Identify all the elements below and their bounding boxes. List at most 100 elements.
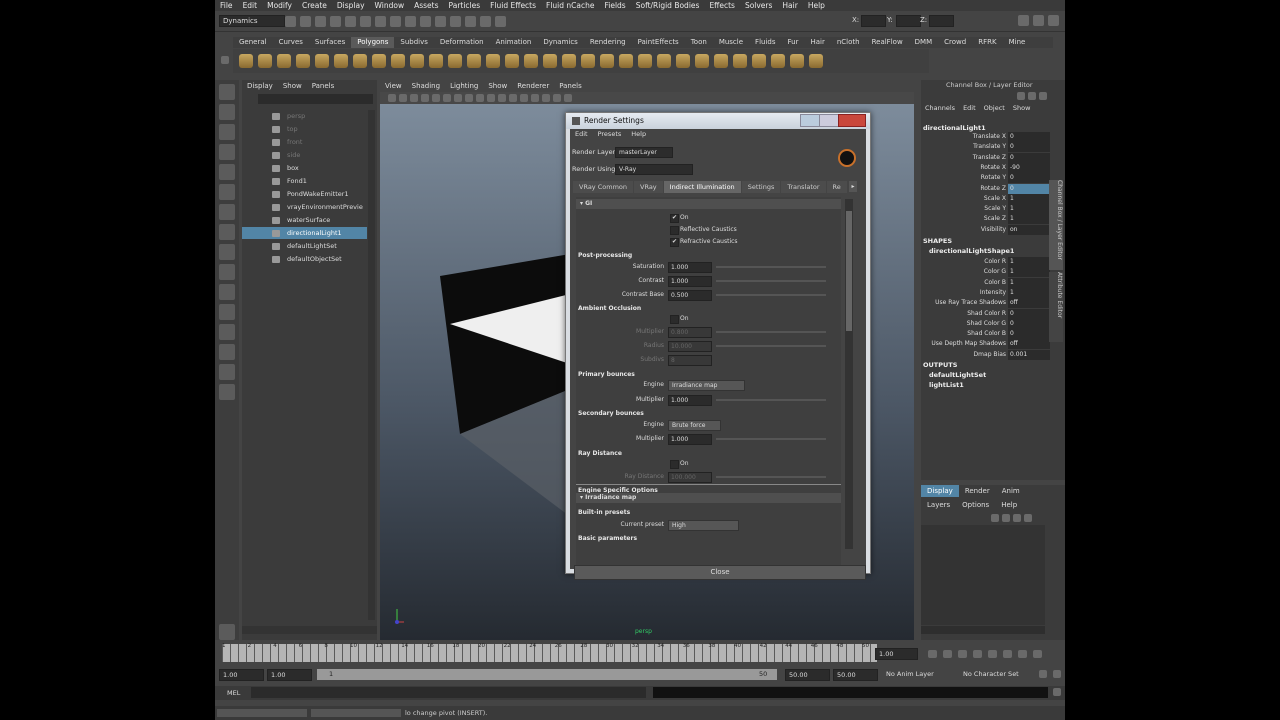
shelf-tab-dmm[interactable]: DMM bbox=[909, 37, 938, 48]
menu-particles[interactable]: Particles bbox=[444, 1, 486, 10]
channel-menu-edit[interactable]: Edit bbox=[959, 104, 980, 112]
outliner-menu-show[interactable]: Show bbox=[278, 80, 307, 92]
channel-attr-row[interactable]: Shad Color B0 bbox=[921, 329, 1050, 340]
tab-scroll-right-icon[interactable]: ▸ bbox=[849, 181, 857, 192]
command-input[interactable] bbox=[251, 687, 646, 698]
saturation-field[interactable]: 1.000 bbox=[668, 262, 712, 273]
append-icon[interactable] bbox=[600, 54, 614, 68]
z-field[interactable] bbox=[929, 15, 954, 27]
outliner-item[interactable]: defaultObjectSet bbox=[242, 253, 367, 265]
channel-attr-row[interactable]: Shad Color G0 bbox=[921, 318, 1050, 329]
channel-attr-row[interactable]: Color R1 bbox=[921, 257, 1050, 267]
poly-torus-icon[interactable] bbox=[334, 54, 348, 68]
anim-end-field[interactable]: 50.00 bbox=[833, 669, 878, 681]
channel-attr-row[interactable]: Translate X0 bbox=[921, 132, 1050, 142]
shelf-tab-curves[interactable]: Curves bbox=[273, 37, 309, 48]
irradiance-map-section[interactable]: ▾ Irradiance map bbox=[576, 493, 841, 503]
go-to-start-icon[interactable] bbox=[928, 650, 937, 658]
tab-vray-common[interactable]: VRay Common bbox=[573, 181, 633, 193]
film-gate-icon[interactable] bbox=[443, 94, 451, 102]
close-button[interactable]: Close bbox=[574, 565, 866, 580]
range-bar[interactable]: 1 50 bbox=[317, 669, 777, 680]
primary-multiplier-field[interactable]: 1.000 bbox=[668, 395, 712, 406]
contrast-slider[interactable] bbox=[716, 280, 826, 282]
settings-v-scrollbar[interactable] bbox=[845, 199, 853, 549]
gi-section[interactable]: ▾ GI bbox=[576, 199, 841, 209]
tab-vray[interactable]: VRay bbox=[634, 181, 663, 193]
channel-menu-channels[interactable]: Channels bbox=[921, 104, 959, 112]
ao-on-checkbox[interactable] bbox=[670, 315, 679, 324]
field-chart-icon[interactable] bbox=[476, 94, 484, 102]
render-using-dropdown[interactable]: V-Ray bbox=[615, 164, 693, 175]
bridge-icon[interactable] bbox=[581, 54, 595, 68]
poly-cube-icon[interactable] bbox=[258, 54, 272, 68]
layer-list[interactable] bbox=[921, 525, 1045, 625]
close-window-button[interactable] bbox=[838, 114, 866, 127]
viewport-menu-view[interactable]: View bbox=[380, 80, 407, 92]
outliner-menu-display[interactable]: Display bbox=[242, 80, 278, 92]
channel-attr-value[interactable]: 1 bbox=[1008, 204, 1050, 215]
channel-attr-value[interactable]: off bbox=[1008, 339, 1050, 350]
secondary-multiplier-field[interactable]: 1.000 bbox=[668, 434, 712, 445]
outliner-item[interactable]: side bbox=[242, 149, 367, 161]
tool-settings-mode-icon[interactable] bbox=[1039, 92, 1047, 100]
layer-menu-help[interactable]: Help bbox=[995, 499, 1023, 511]
shelf-tab-surfaces[interactable]: Surfaces bbox=[309, 37, 351, 48]
menu-help[interactable]: Help bbox=[803, 1, 830, 10]
boolean-union-icon[interactable] bbox=[505, 54, 519, 68]
snap-grid-icon[interactable] bbox=[390, 16, 401, 27]
poly-sphere-icon[interactable] bbox=[239, 54, 253, 68]
attribute-editor-side-tab[interactable]: Attribute Editor bbox=[1049, 272, 1063, 342]
ray-on-checkbox[interactable] bbox=[670, 460, 679, 469]
channel-attr-value[interactable]: 1 bbox=[1008, 277, 1050, 288]
attribute-editor-mode-icon[interactable] bbox=[1028, 92, 1036, 100]
channel-menu-show[interactable]: Show bbox=[1009, 104, 1035, 112]
poly-pyramid-icon[interactable] bbox=[372, 54, 386, 68]
channel-attr-row[interactable]: Use Depth Map Shadows off bbox=[921, 339, 1050, 350]
channel-attr-value[interactable]: 1 bbox=[1008, 287, 1050, 298]
shelf-tab-dynamics[interactable]: Dynamics bbox=[537, 37, 584, 48]
minimized-window-1[interactable] bbox=[217, 709, 307, 717]
open-scene-icon[interactable] bbox=[300, 16, 311, 27]
gate-mask-icon[interactable] bbox=[465, 94, 473, 102]
anim-start-field[interactable]: 1.00 bbox=[219, 669, 264, 681]
menuset-dropdown[interactable]: Dynamics bbox=[219, 15, 285, 27]
step-forward-key-icon[interactable] bbox=[1018, 650, 1027, 658]
shelf-tab-fluids[interactable]: Fluids bbox=[749, 37, 781, 48]
channel-box-side-tab[interactable]: Channel Box / Layer Editor bbox=[1049, 180, 1063, 270]
split-polygon-icon[interactable] bbox=[638, 54, 652, 68]
channel-attr-value[interactable]: 0 bbox=[1008, 152, 1050, 163]
channel-box-mode-icon[interactable] bbox=[1017, 92, 1025, 100]
auto-key-icon[interactable] bbox=[1039, 670, 1047, 678]
outliner-item[interactable]: Fond1 bbox=[242, 175, 367, 187]
current-preset-dropdown[interactable]: High bbox=[668, 520, 739, 531]
channel-attr-row[interactable]: Dmap Bias 0.001 bbox=[921, 349, 1050, 360]
current-frame-field[interactable]: 1.00 bbox=[875, 648, 918, 660]
layer-menu-layers[interactable]: Layers bbox=[921, 499, 956, 511]
universal-manip-icon[interactable] bbox=[219, 204, 235, 220]
outliner-layout-icon[interactable] bbox=[219, 624, 235, 640]
anim-layer-dropdown[interactable]: No Anim Layer bbox=[883, 669, 950, 679]
shelf-menu-icon[interactable] bbox=[221, 56, 229, 64]
ipr-render-icon[interactable] bbox=[480, 16, 491, 27]
smooth-shade-icon[interactable] bbox=[509, 94, 517, 102]
y-field[interactable] bbox=[896, 15, 921, 27]
output-node[interactable]: lightList1 bbox=[929, 381, 964, 389]
poly-pipe-icon[interactable] bbox=[391, 54, 405, 68]
scrollbar-thumb[interactable] bbox=[846, 211, 852, 331]
four-layout-icon[interactable] bbox=[219, 304, 235, 320]
channel-attr-row[interactable]: Use Ray Trace Shadows off bbox=[921, 298, 1050, 309]
channel-attr-value[interactable]: 0.001 bbox=[1008, 349, 1050, 360]
outliner-item[interactable]: box bbox=[242, 162, 367, 174]
menu-fluid-effects[interactable]: Fluid Effects bbox=[485, 1, 541, 10]
outliner-item[interactable]: defaultLightSet bbox=[242, 240, 367, 252]
script-editor-icon[interactable] bbox=[1053, 688, 1061, 696]
persp-graph-layout-icon[interactable] bbox=[219, 344, 235, 360]
image-plane-icon[interactable] bbox=[421, 94, 429, 102]
go-to-end-icon[interactable] bbox=[1033, 650, 1042, 658]
x-field[interactable] bbox=[861, 15, 886, 27]
dialog-menu-help[interactable]: Help bbox=[626, 129, 651, 139]
new-layer-empty-icon[interactable] bbox=[991, 514, 999, 522]
step-back-frame-icon[interactable] bbox=[958, 650, 967, 658]
outliner-h-scrollbar[interactable] bbox=[242, 626, 377, 634]
